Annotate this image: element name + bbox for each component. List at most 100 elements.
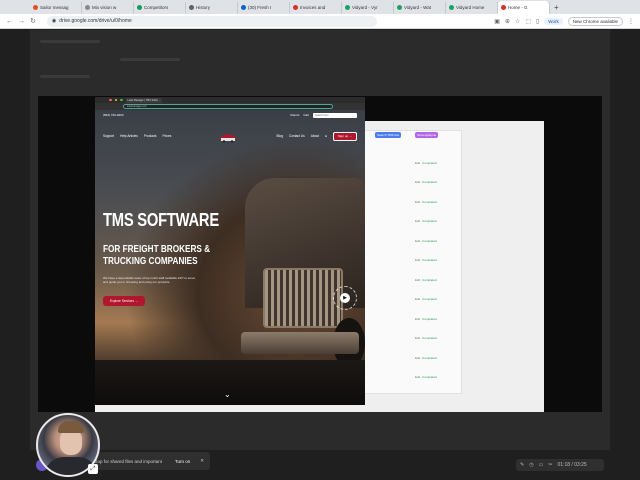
row-edit-link[interactable]: Edit — [415, 180, 420, 184]
tab-favicon-icon — [189, 4, 194, 10]
row-status: Completed — [422, 160, 437, 165]
task-row: Edit Completed — [363, 237, 463, 244]
task-row: Edit Completed — [363, 218, 463, 225]
row-edit-link[interactable]: Edit — [415, 297, 420, 301]
browser-tab[interactable]: Invoices and — [290, 1, 342, 13]
browser-tab[interactable]: Vidyard Home — [446, 1, 498, 13]
task-row: Edit Completed — [363, 257, 463, 264]
nav-contact-us[interactable]: Contact Us — [289, 134, 305, 138]
tab-label: History — [196, 4, 211, 10]
address-bar[interactable]: ◉ drive.google.com/drive/u/0/home — [46, 15, 377, 27]
recorded-address-bar: loadmanager.com — [95, 103, 365, 110]
task-row: Edit Completed — [363, 296, 463, 303]
presenter-hair — [58, 421, 84, 433]
browser-tab[interactable]: History — [186, 1, 238, 13]
tab-label: Sailor messag — [40, 4, 69, 10]
nav-about[interactable]: About — [311, 134, 319, 138]
tab-favicon-icon — [397, 4, 402, 10]
task-row: Edit Completed — [363, 374, 463, 381]
play-video-button[interactable]: ▶ — [333, 286, 357, 310]
row-edit-link[interactable]: Edit — [415, 200, 420, 204]
tab-label: Vidyard Home — [456, 4, 485, 10]
tab-label: Home - G — [508, 5, 528, 10]
reload-icon[interactable]: ↻ — [30, 17, 36, 25]
tab-label: Vidyard - Wat — [404, 4, 432, 10]
playback-time[interactable]: 01:18 / 03:25 — [558, 462, 587, 468]
sidepanel-icon[interactable]: ▯ — [536, 18, 539, 25]
player-controls: ✎ ◷ ▭ ✂ 01:18 / 03:25 — [516, 459, 604, 471]
toolbar-icons: ▣ ⊕ ☆ ⬚ ▯ Work New Chrome available ⋮ — [494, 16, 634, 26]
signup-button[interactable]: Sign up → — [332, 131, 357, 141]
back-icon[interactable]: ← — [6, 18, 13, 25]
browser-tab[interactable]: Vidyard - Wat — [394, 1, 446, 13]
speed-icon[interactable]: ◷ — [529, 462, 533, 468]
new-chrome-button[interactable]: New Chrome available — [567, 16, 623, 26]
load-manager-logo-icon[interactable] — [217, 129, 239, 143]
nav-help-articles[interactable]: Help Articles — [120, 134, 138, 138]
row-status: Completed — [422, 199, 437, 204]
extension-icon[interactable]: ⬚ — [525, 18, 531, 25]
browser-tab[interactable]: Mix vision w — [82, 1, 134, 13]
scroll-down-chevron-icon[interactable]: ⌄ — [224, 390, 231, 399]
drive-placeholder-line — [40, 40, 100, 43]
top-link-cart[interactable]: Cart — [303, 113, 309, 117]
row-status: Completed — [422, 336, 437, 340]
row-edit-link[interactable]: Edit — [415, 278, 420, 282]
menu-dots-icon[interactable]: ⋮ — [628, 18, 634, 25]
expand-webcam-icon[interactable]: ⤢ — [88, 464, 98, 474]
task-row: Edit Completed — [363, 179, 463, 186]
tab-favicon-icon — [449, 4, 454, 10]
browser-tab[interactable]: Home - G — [498, 1, 550, 14]
new-tab-button[interactable]: + — [554, 3, 559, 12]
user-icon[interactable]: ● — [325, 134, 327, 138]
row-status: Completed — [422, 238, 437, 243]
nav-products[interactable]: Products — [144, 134, 157, 138]
phone-number[interactable]: (833) 726-9403 — [103, 113, 124, 117]
row-edit-link[interactable]: Edit — [415, 317, 420, 321]
forward-icon[interactable]: → — [18, 18, 25, 25]
browser-tab[interactable]: Competitors — [134, 1, 186, 13]
nav-support[interactable]: Support — [103, 134, 114, 138]
install-icon[interactable]: ▣ — [494, 18, 500, 25]
row-edit-link[interactable]: Edit — [415, 161, 420, 165]
toast-close-icon[interactable]: ✕ — [200, 458, 204, 464]
panel-chip-button[interactable]: Search TMS tips — [375, 132, 402, 138]
browser-tab[interactable]: Vidyard - Vyr — [342, 1, 394, 13]
zoom-icon[interactable]: ⊕ — [505, 18, 510, 25]
window-close-dot — [109, 98, 112, 102]
explore-services-button[interactable]: Explore Services → — [103, 296, 145, 306]
draw-icon[interactable]: ✎ — [520, 462, 524, 468]
task-row: Edit Completed — [363, 276, 463, 283]
row-edit-link[interactable]: Edit — [415, 375, 420, 379]
browser-tab[interactable]: Sailor messag — [30, 1, 82, 13]
top-link-clients[interactable]: Clients — [290, 113, 299, 117]
nav-prices[interactable]: Prices — [162, 134, 171, 138]
profile-work-chip[interactable]: Work — [544, 17, 563, 25]
window-minimize-dot — [114, 98, 117, 102]
site-info-icon[interactable]: ◉ — [52, 18, 56, 24]
site-search-input[interactable]: Search here — [313, 112, 357, 118]
row-edit-link[interactable]: Edit — [415, 336, 420, 340]
nav-blog[interactable]: Blog — [277, 134, 283, 138]
row-edit-link[interactable]: Edit — [415, 219, 420, 223]
tab-favicon-icon — [85, 4, 90, 10]
drive-placeholder-line — [40, 75, 90, 78]
captions-icon[interactable]: ▭ — [539, 462, 544, 468]
trim-icon[interactable]: ✂ — [548, 462, 552, 468]
browser-tab[interactable]: (30) Fresh I — [238, 1, 290, 13]
panel-chip-button[interactable]: Screenplayme — [415, 132, 439, 138]
row-edit-link[interactable]: Edit — [415, 258, 420, 262]
tab-favicon-icon — [345, 4, 350, 10]
drive-placeholder-line — [120, 58, 180, 61]
row-edit-link[interactable]: Edit — [415, 239, 420, 243]
browser-toolbar: ← → ↻ ◉ drive.google.com/drive/u/0/home … — [0, 14, 640, 29]
turn-on-button[interactable]: Turn on — [175, 459, 190, 464]
task-row: Edit Completed — [363, 315, 463, 322]
row-edit-link[interactable]: Edit — [415, 356, 420, 360]
task-row: Edit Completed — [363, 159, 463, 166]
bookmark-star-icon[interactable]: ☆ — [515, 18, 520, 25]
tab-label: Invoices and — [300, 4, 326, 10]
tab-favicon-icon — [137, 4, 142, 10]
tab-label: Mix vision w — [92, 4, 117, 10]
row-status: Completed — [422, 297, 437, 301]
